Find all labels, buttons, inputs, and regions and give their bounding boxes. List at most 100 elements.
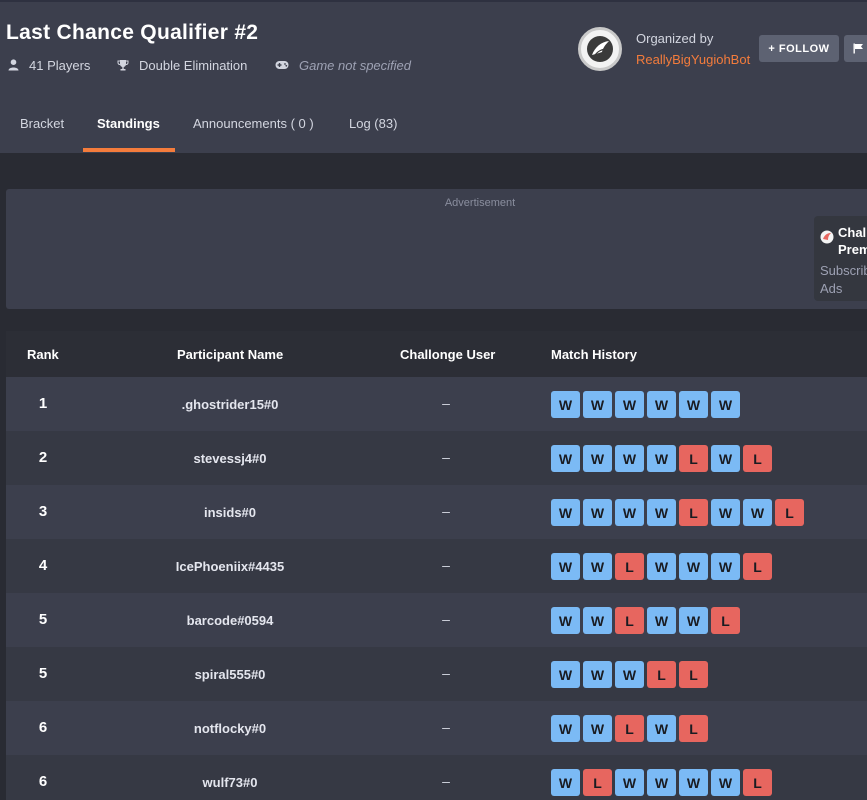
- match-win-badge[interactable]: W: [583, 391, 612, 418]
- challonge-user: –: [442, 449, 450, 465]
- table-row: 1 .ghostrider15#0– W W W W W W: [6, 377, 867, 431]
- match-history: WWWLL: [551, 661, 708, 688]
- match-loss-badge[interactable]: L: [679, 499, 708, 526]
- user-column-header[interactable]: Challonge User: [400, 347, 495, 362]
- match-win-badge[interactable]: W: [743, 499, 772, 526]
- challonge-user: –: [442, 773, 450, 789]
- follow-button[interactable]: + FOLLOW: [759, 35, 839, 62]
- match-win-badge[interactable]: W: [647, 391, 676, 418]
- participant-name: barcode#0594: [186, 613, 274, 628]
- game-label: Game not specified: [299, 57, 412, 73]
- user-icon: [8, 59, 19, 71]
- challonge-user: –: [442, 719, 450, 735]
- match-win-badge[interactable]: W: [551, 553, 580, 580]
- match-win-badge[interactable]: W: [583, 661, 612, 688]
- promo-title-line-2: Prem: [838, 242, 867, 257]
- match-win-badge[interactable]: W: [647, 769, 676, 796]
- match-win-badge[interactable]: W: [679, 769, 708, 796]
- match-loss-badge[interactable]: L: [647, 661, 676, 688]
- match-loss-badge[interactable]: L: [615, 715, 644, 742]
- players-count: 41 Players: [8, 56, 90, 74]
- match-loss-badge[interactable]: L: [615, 607, 644, 634]
- challonge-user: –: [442, 611, 450, 627]
- advertisement-panel: Advertisement Chal Prem Subscrib Ads: [6, 189, 867, 309]
- tab-bracket[interactable]: Bracket: [20, 100, 64, 153]
- promo-subtitle: Subscrib Ads: [820, 262, 867, 298]
- match-win-badge[interactable]: W: [551, 445, 580, 472]
- match-loss-badge[interactable]: L: [711, 607, 740, 634]
- match-win-badge[interactable]: W: [647, 607, 676, 634]
- match-loss-badge[interactable]: L: [679, 715, 708, 742]
- match-win-badge[interactable]: W: [647, 445, 676, 472]
- participant-name: notflocky#0: [193, 721, 267, 736]
- match-win-badge[interactable]: W: [711, 445, 740, 472]
- participant-name: insids#0: [203, 505, 257, 520]
- match-win-badge[interactable]: W: [615, 661, 644, 688]
- tab-announcements[interactable]: Announcements ( 0 ): [193, 100, 314, 153]
- rank-column-header[interactable]: Rank: [27, 347, 59, 362]
- match-loss-badge[interactable]: L: [583, 769, 612, 796]
- match-win-badge[interactable]: W: [551, 715, 580, 742]
- tournament-tabs: Bracket Standings Announcements ( 0 ) Lo…: [0, 100, 867, 153]
- match-win-badge[interactable]: W: [711, 499, 740, 526]
- match-win-badge[interactable]: W: [647, 499, 676, 526]
- match-history: WWLWL: [551, 715, 708, 742]
- advertisement-label: Advertisement: [444, 197, 516, 209]
- match-win-badge[interactable]: W: [711, 391, 740, 418]
- match-win-badge[interactable]: W: [615, 499, 644, 526]
- rank-cell: 3: [38, 503, 48, 520]
- match-win-badge[interactable]: W: [583, 553, 612, 580]
- organized-by-label: Organized by: [636, 31, 714, 46]
- table-row: 4 IcePhoeniix#4435– W W L W W W L: [6, 539, 867, 593]
- match-win-badge[interactable]: W: [615, 445, 644, 472]
- participant-name: spiral555#0: [194, 667, 266, 682]
- participant-column-header[interactable]: Participant Name: [177, 347, 283, 362]
- rank-cell: 4: [38, 557, 48, 574]
- match-win-badge[interactable]: W: [679, 553, 708, 580]
- match-history: WWWWLWWL: [551, 499, 804, 526]
- match-loss-badge[interactable]: L: [775, 499, 804, 526]
- match-win-badge[interactable]: W: [551, 607, 580, 634]
- match-loss-badge[interactable]: L: [743, 769, 772, 796]
- premier-promo[interactable]: Chal Prem Subscrib Ads: [814, 216, 867, 301]
- match-win-badge[interactable]: W: [679, 607, 708, 634]
- match-win-badge[interactable]: W: [551, 391, 580, 418]
- challonge-user: –: [442, 503, 450, 519]
- match-loss-badge[interactable]: L: [743, 445, 772, 472]
- active-tab-indicator: [83, 148, 175, 152]
- match-win-badge[interactable]: W: [551, 661, 580, 688]
- match-win-badge[interactable]: W: [711, 553, 740, 580]
- match-win-badge[interactable]: W: [583, 715, 612, 742]
- match-loss-badge[interactable]: L: [615, 553, 644, 580]
- match-win-badge[interactable]: W: [583, 607, 612, 634]
- match-loss-badge[interactable]: L: [743, 553, 772, 580]
- tab-log[interactable]: Log (83): [349, 100, 397, 153]
- table-row: 2 stevessj4#0– W W W W L W L: [6, 431, 867, 485]
- participant-name: .ghostrider15#0: [181, 397, 279, 412]
- match-win-badge[interactable]: W: [615, 391, 644, 418]
- match-win-badge[interactable]: W: [647, 553, 676, 580]
- match-win-badge[interactable]: W: [551, 499, 580, 526]
- report-button[interactable]: [844, 35, 867, 62]
- table-row: 5 barcode#0594– W W L W W L: [6, 593, 867, 647]
- wing-logo-icon: [587, 36, 613, 62]
- organizer-link[interactable]: ReallyBigYugiohBot: [636, 52, 750, 67]
- match-win-badge[interactable]: W: [647, 715, 676, 742]
- tab-standings[interactable]: Standings: [97, 100, 160, 153]
- match-win-badge[interactable]: W: [583, 499, 612, 526]
- match-history: WWWWLWL: [551, 445, 772, 472]
- participant-name: IcePhoeniix#4435: [175, 559, 285, 574]
- challonge-user: –: [442, 665, 450, 681]
- match-win-badge[interactable]: W: [711, 769, 740, 796]
- promo-title-line-1: Chal: [838, 225, 867, 240]
- tournament-header: Last Chance Qualifier #2 41 Players Doub…: [0, 0, 867, 153]
- match-win-badge[interactable]: W: [615, 769, 644, 796]
- history-column-header: Match History: [551, 347, 637, 362]
- tournament-format: Double Elimination: [117, 56, 247, 74]
- match-loss-badge[interactable]: L: [679, 445, 708, 472]
- organizer-avatar[interactable]: [578, 27, 622, 71]
- match-win-badge[interactable]: W: [551, 769, 580, 796]
- match-win-badge[interactable]: W: [583, 445, 612, 472]
- match-win-badge[interactable]: W: [679, 391, 708, 418]
- match-loss-badge[interactable]: L: [679, 661, 708, 688]
